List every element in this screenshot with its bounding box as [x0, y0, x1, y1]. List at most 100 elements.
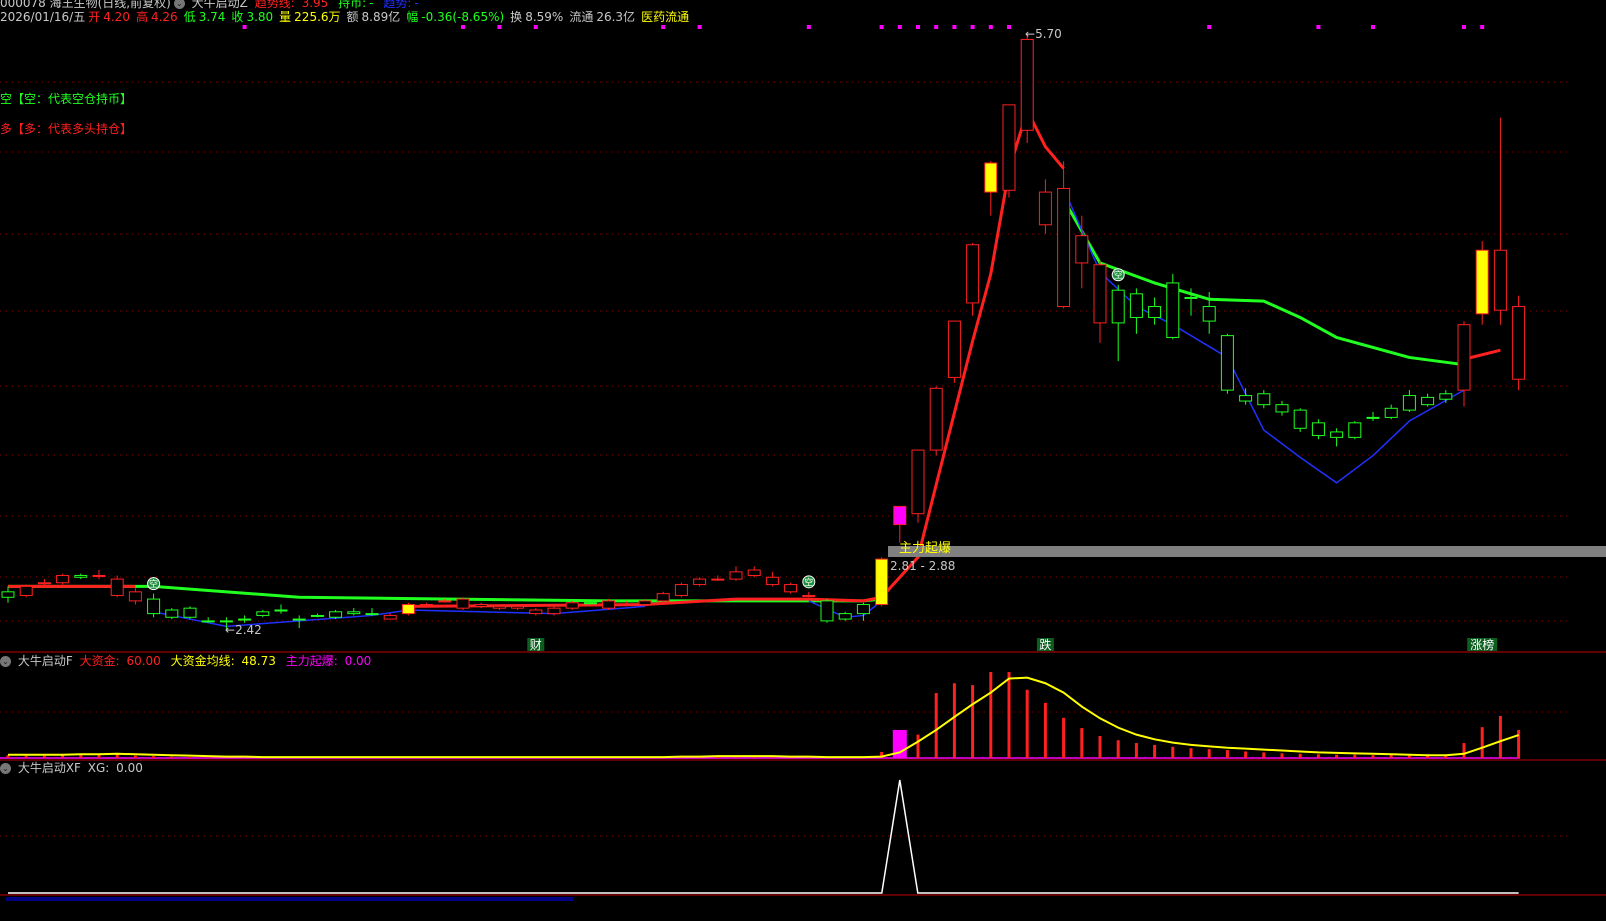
signal-dot	[661, 25, 666, 29]
sector-link[interactable]: 医药流通	[641, 10, 689, 24]
panel2-menu-icon[interactable]: ⌄	[0, 656, 11, 667]
legend-long: 多【多：代表多头持仓】	[0, 122, 133, 136]
candle-body	[1002, 104, 1016, 191]
candle	[547, 606, 561, 616]
trend-line	[1062, 188, 1465, 484]
candle	[456, 597, 470, 610]
long-line	[408, 106, 1065, 608]
candle	[784, 582, 798, 594]
close-value: 3.80	[246, 10, 274, 24]
candle	[1166, 273, 1180, 340]
bottom-tab-bar	[6, 897, 573, 901]
candle-body	[1202, 306, 1216, 322]
burst-label: 主力起爆:	[285, 654, 338, 668]
big-money-bar	[170, 756, 174, 758]
candle	[947, 320, 961, 383]
signal-dot	[916, 25, 920, 29]
signal-dot	[934, 25, 939, 29]
indicator-menu-icon[interactable]: ⌄	[173, 0, 185, 9]
candle-body	[1330, 431, 1344, 438]
candle-body	[765, 576, 779, 586]
candle-body	[1512, 306, 1526, 380]
panel2-name[interactable]: 大牛启动F	[18, 654, 73, 668]
candle	[347, 608, 361, 616]
volume-value: 225.6万	[294, 10, 341, 24]
big-money-bar	[952, 683, 956, 758]
big-money-bar	[1062, 717, 1066, 758]
candle-body	[1475, 249, 1489, 315]
panel3-name[interactable]: 大牛启动XF	[18, 761, 81, 775]
candle-body	[1148, 306, 1162, 318]
candle-body	[638, 600, 652, 606]
big-money-bar	[1407, 755, 1411, 758]
signal-dot	[897, 25, 902, 29]
candle	[274, 604, 288, 614]
float-value: 26.3亿	[596, 10, 636, 24]
candle	[1402, 390, 1416, 412]
big-money-bar	[1098, 736, 1102, 758]
candle-body	[1275, 404, 1289, 413]
kline-chart[interactable]: 空空空财跌涨榜	[0, 0, 1606, 921]
candle	[1038, 179, 1052, 234]
xg-value: 0.00	[116, 761, 143, 775]
candle	[183, 606, 197, 620]
big-money-bar	[1153, 744, 1157, 758]
indicator-name[interactable]: 大牛启动Z	[192, 0, 248, 10]
big-money-bar	[1462, 743, 1466, 758]
candle	[1293, 408, 1307, 432]
header-line-1: 000078 海王生物(日线,前复权) ⌄ 大牛启动Z 趋势线: 3.95 持币:…	[0, 0, 425, 10]
candle-body	[984, 162, 998, 193]
candle-body	[292, 618, 306, 621]
signal-dot	[952, 25, 957, 29]
big-money-bar	[188, 757, 192, 758]
candle	[165, 608, 179, 620]
panel3-menu-icon[interactable]: ⌄	[0, 763, 11, 774]
candle	[765, 571, 779, 587]
candle	[56, 573, 70, 585]
big-money-bar	[1134, 743, 1138, 758]
candle	[1493, 117, 1507, 325]
candle	[383, 613, 397, 620]
candle-body	[565, 602, 579, 609]
candle-body	[1129, 293, 1143, 318]
candle-body	[1038, 191, 1052, 226]
candle	[401, 602, 415, 616]
signal-dot	[533, 25, 538, 29]
big-money-avg-label: 大资金均线:	[170, 654, 235, 668]
candle-body	[74, 574, 88, 578]
candle-body	[929, 387, 943, 451]
burst-zone-band	[888, 546, 1606, 557]
burst-value: 0.00	[344, 654, 372, 668]
big-money-bar	[1116, 740, 1120, 758]
big-money-bar	[1171, 746, 1175, 758]
hold-line	[1062, 198, 1465, 367]
legend-empty: 空【空：代表空仓持币】	[0, 92, 133, 106]
candle	[820, 599, 834, 623]
candle-body	[92, 574, 106, 577]
candle-body	[183, 607, 197, 618]
candle	[1148, 297, 1162, 325]
big-money-bar	[133, 755, 137, 758]
candle-body	[1020, 38, 1034, 131]
candle-body	[729, 571, 743, 580]
candle	[1257, 390, 1271, 409]
candle	[529, 608, 543, 616]
candle-body	[1239, 395, 1253, 402]
candle	[838, 611, 852, 621]
float-label: 流通	[569, 10, 594, 24]
trend-line-label: 趋势线:	[254, 0, 295, 10]
candle-body	[620, 604, 634, 607]
candle	[693, 577, 707, 587]
candle-body	[838, 613, 852, 620]
candle-body	[1402, 395, 1416, 411]
big-money-bar	[1498, 715, 1502, 758]
big-money-bar	[1316, 754, 1320, 758]
candle	[128, 588, 142, 605]
candle	[1, 586, 15, 603]
candle	[875, 557, 889, 607]
big-money-value: 60.00	[126, 654, 161, 668]
candle-body	[875, 558, 889, 606]
candle	[984, 161, 998, 216]
burst-zone-title: 主力起爆	[899, 541, 952, 556]
candle	[1439, 390, 1453, 403]
